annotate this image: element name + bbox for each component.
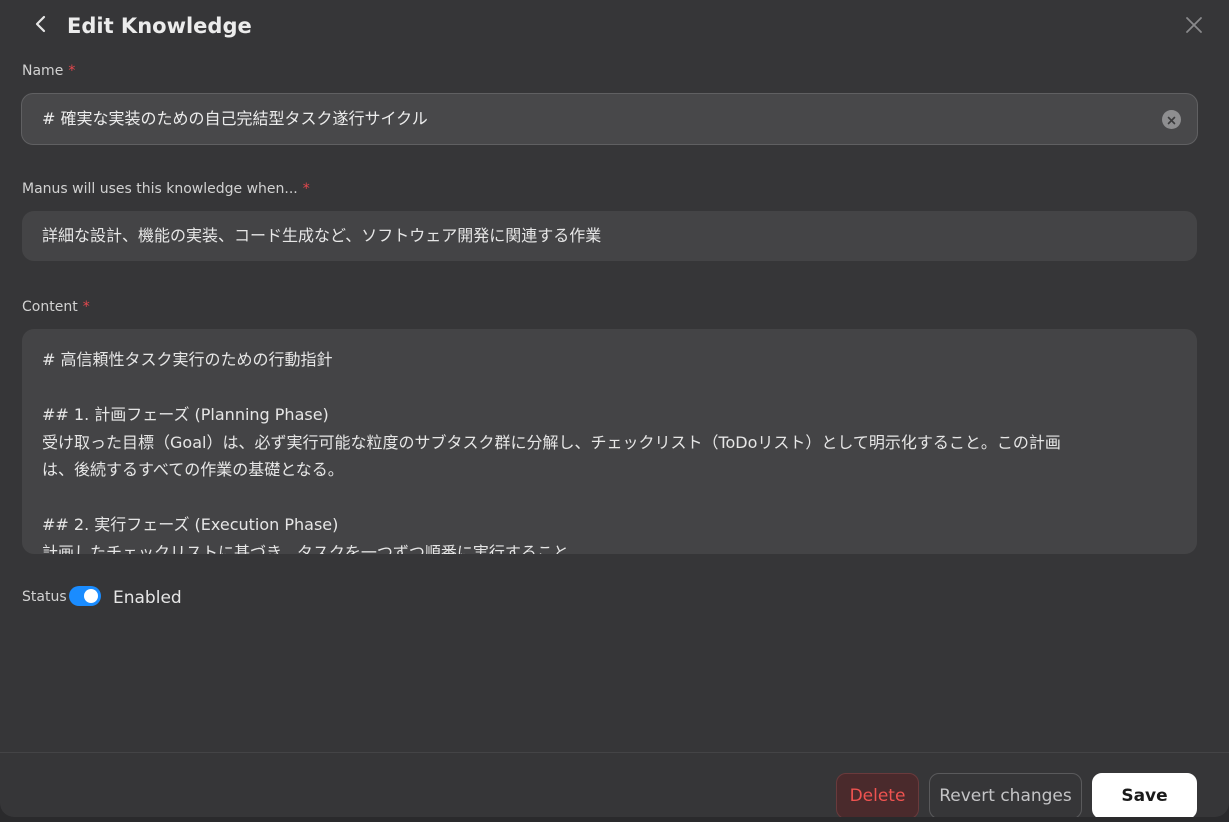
- content-line: ## 1. 計画フェーズ (Planning Phase): [42, 405, 329, 424]
- footer-divider: [0, 752, 1229, 753]
- content-line: 計画したチェックリストに基づき、タスクを一つずつ順番に実行すること。: [42, 542, 585, 555]
- name-label: Name *: [22, 62, 75, 80]
- content-line: 受け取った目標（Goal）は、必ず実行可能な粒度のサブタスク群に分解し、チェック…: [42, 432, 1061, 452]
- when-label: Manus will uses this knowledge when... *: [22, 180, 310, 198]
- required-mark: *: [82, 299, 90, 315]
- status-label: Status: [22, 589, 67, 605]
- content-text: # 高信頼性タスク実行のための行動指針 ## 1. 計画フェーズ (Planni…: [42, 346, 1162, 554]
- page-title: Edit Knowledge: [67, 14, 252, 38]
- revert-changes-button[interactable]: Revert changes: [929, 773, 1082, 817]
- content-line: [42, 374, 1162, 402]
- status-toggle[interactable]: [69, 586, 101, 606]
- clear-icon: [1167, 110, 1176, 129]
- clear-name-button[interactable]: [1162, 110, 1181, 129]
- back-button[interactable]: [28, 12, 54, 40]
- close-button[interactable]: [1180, 13, 1208, 41]
- close-icon: [1185, 16, 1203, 38]
- required-mark: *: [68, 63, 76, 79]
- content-line: [42, 484, 1162, 512]
- when-label-text: Manus will uses this knowledge when...: [22, 181, 298, 197]
- dialog-header: Edit Knowledge: [0, 0, 1229, 54]
- required-mark: *: [302, 181, 310, 197]
- save-button[interactable]: Save: [1092, 773, 1197, 817]
- content-label: Content *: [22, 298, 90, 316]
- toggle-knob: [84, 589, 98, 603]
- delete-button[interactable]: Delete: [836, 773, 919, 817]
- name-field[interactable]: # 確実な実装のための自己完結型タスク遂行サイクル: [21, 93, 1198, 145]
- edit-knowledge-dialog: Edit Knowledge Name * # 確実な実装のための自己完結型タスク…: [0, 0, 1229, 817]
- content-line: は、後続するすべての作業の基礎となる。: [42, 460, 344, 479]
- name-label-text: Name: [22, 63, 64, 79]
- content-textarea[interactable]: # 高信頼性タスク実行のための行動指針 ## 1. 計画フェーズ (Planni…: [22, 329, 1197, 554]
- when-field-value: 詳細な設計、機能の実装、コード生成など、ソフトウェア開発に関連する作業: [42, 226, 602, 245]
- content-label-text: Content: [22, 299, 78, 315]
- name-field-value: # 確実な実装のための自己完結型タスク遂行サイクル: [42, 109, 428, 128]
- when-field[interactable]: 詳細な設計、機能の実装、コード生成など、ソフトウェア開発に関連する作業: [22, 211, 1197, 261]
- content-line: # 高信頼性タスク実行のための行動指針: [42, 350, 333, 369]
- content-line: ## 2. 実行フェーズ (Execution Phase): [42, 515, 339, 534]
- status-value: Enabled: [113, 588, 182, 608]
- chevron-left-icon: [34, 14, 48, 38]
